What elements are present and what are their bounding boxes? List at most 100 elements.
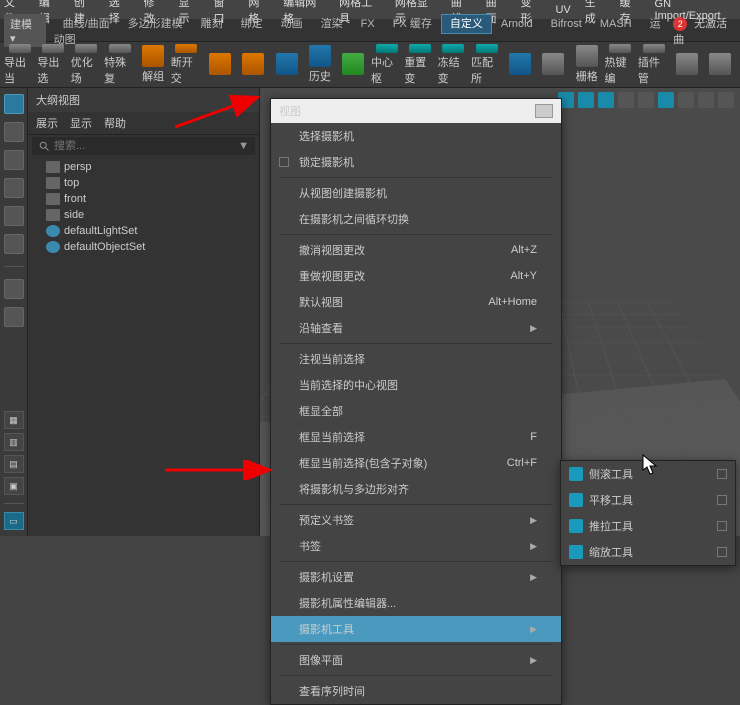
viewport-icon[interactable] (578, 92, 594, 108)
viewport-icon[interactable] (698, 92, 714, 108)
menu-item[interactable]: 注视当前选择 (271, 346, 561, 372)
notification-badge[interactable]: 2 (673, 17, 687, 31)
outliner-toggle-icon[interactable]: ▭ (4, 512, 24, 530)
layout-single-icon[interactable]: ▦ (4, 411, 24, 429)
menu-option-box-icon[interactable] (535, 104, 553, 118)
shelf-tab[interactable]: MASH (591, 14, 641, 34)
lasso-tool-icon[interactable] (4, 122, 24, 142)
menu-item[interactable]: 摄影机属性编辑器... (271, 590, 561, 616)
menu-item[interactable]: 查看序列时间 (271, 678, 561, 704)
shelf-tabs[interactable]: 建模 ▾ 曲线/曲面多边形建模雕刻绑定动画渲染FXFX 缓存自定义ArnoldB… (0, 20, 740, 42)
viewport-icon[interactable] (618, 92, 634, 108)
shelf-button[interactable]: 历史 (304, 44, 335, 86)
viewport-icon[interactable] (658, 92, 674, 108)
outliner-search[interactable]: ▼ (32, 137, 255, 155)
snap-tool-icon[interactable] (4, 307, 24, 327)
submenu-item[interactable]: 缩放工具 (561, 539, 735, 565)
outliner-menu-item[interactable]: 显示 (70, 115, 92, 131)
menu-item[interactable]: 摄影机工具▶ (271, 616, 561, 642)
outliner-menu-item[interactable]: 展示 (36, 115, 58, 131)
outliner-item[interactable]: defaultObjectSet (32, 239, 255, 255)
shelf-tab[interactable]: FX (352, 14, 384, 34)
shelf-tab[interactable]: 雕刻 (192, 14, 232, 34)
shelf-button[interactable]: 断开交 (171, 44, 202, 86)
shelf-button[interactable] (238, 44, 269, 86)
shelf-button[interactable]: 热键编 (604, 44, 635, 86)
submenu-item[interactable]: 侧滚工具 (561, 461, 735, 487)
search-dropdown-icon[interactable]: ▼ (238, 140, 249, 152)
shelf-button[interactable]: 栅格 (571, 44, 602, 86)
outliner-item[interactable]: persp (32, 159, 255, 175)
outliner-panel[interactable]: 大纲视图 展示显示帮助 ▼ persptopfrontsidedefaultLi… (28, 88, 260, 536)
shelf-tab[interactable]: 多边形建模 (119, 14, 192, 34)
shelf-tab[interactable]: 渲染 (312, 14, 352, 34)
menu-item[interactable]: 当前选择的中心视图 (271, 372, 561, 398)
mode-dropdown[interactable]: 建模 ▾ (4, 14, 46, 47)
outliner-item[interactable]: front (32, 191, 255, 207)
menu-item[interactable]: 将摄影机与多边形对齐 (271, 476, 561, 502)
menu-item[interactable]: 书签▶ (271, 533, 561, 559)
layout-persp-icon[interactable]: ▣ (4, 477, 24, 495)
shelf-tab[interactable]: 绑定 (232, 14, 272, 34)
shelf-button[interactable] (538, 44, 569, 86)
outliner-tree[interactable]: persptopfrontsidedefaultLightSetdefaultO… (28, 157, 259, 536)
shelf-button[interactable] (504, 44, 535, 86)
shelf-tab[interactable]: 动画 (272, 14, 312, 34)
shelf-button[interactable] (204, 44, 235, 86)
layout-two-icon[interactable]: ▥ (4, 433, 24, 451)
view-context-menu[interactable]: 视图 选择摄影机锁定摄影机从视图创建摄影机在摄影机之间循环切换撤消视图更改Alt… (270, 98, 562, 705)
menu-item[interactable]: 从视图创建摄影机 (271, 180, 561, 206)
shelf-button[interactable]: 导出当 (4, 44, 35, 86)
last-tool-icon[interactable] (4, 279, 24, 299)
select-tool-icon[interactable] (4, 94, 24, 114)
viewport-icon[interactable] (638, 92, 654, 108)
outliner-menu[interactable]: 展示显示帮助 (28, 112, 259, 135)
shelf-button[interactable]: 特殊复 (104, 44, 135, 86)
outliner-item[interactable]: side (32, 207, 255, 223)
shelf-button[interactable] (338, 44, 369, 86)
option-box-icon[interactable] (717, 495, 727, 505)
option-box-icon[interactable] (717, 521, 727, 531)
shelf-button[interactable]: 导出选 (37, 44, 68, 86)
shelf-button[interactable]: 重置变 (404, 44, 435, 86)
outliner-menu-item[interactable]: 帮助 (104, 115, 126, 131)
outliner-item[interactable]: top (32, 175, 255, 191)
rotate-tool-icon[interactable] (4, 206, 24, 226)
shelf-button[interactable]: 解组 (137, 44, 168, 86)
viewport-icon[interactable] (718, 92, 734, 108)
menu-item[interactable]: 图像平面▶ (271, 647, 561, 673)
shelf-tab[interactable]: Arnold (492, 14, 542, 34)
search-input[interactable] (54, 140, 234, 152)
menu-item[interactable]: 摄影机设置▶ (271, 564, 561, 590)
outliner-item[interactable]: defaultLightSet (32, 223, 255, 239)
menu-item[interactable]: 选择摄影机 (271, 123, 561, 149)
submenu-item[interactable]: 推拉工具 (561, 513, 735, 539)
menu-item[interactable]: 框显全部 (271, 398, 561, 424)
camera-tools-submenu[interactable]: 侧滚工具平移工具推拉工具缩放工具 (560, 460, 736, 566)
shelf-button[interactable] (671, 44, 702, 86)
shelf-button[interactable] (705, 44, 736, 86)
menu-item[interactable]: 默认视图Alt+Home (271, 289, 561, 315)
move-tool-icon[interactable] (4, 178, 24, 198)
viewport-icon[interactable] (678, 92, 694, 108)
scale-tool-icon[interactable] (4, 234, 24, 254)
option-box-icon[interactable] (717, 547, 727, 557)
shelf-button[interactable]: 冻结变 (438, 44, 469, 86)
tool-dock[interactable]: ▦ ▥ ▤ ▣ ▭ (0, 88, 28, 536)
menu-item[interactable]: 框显当前选择(包含子对象)Ctrl+F (271, 450, 561, 476)
shelf-tab[interactable]: FX 缓存 (384, 14, 441, 34)
shelf-button[interactable] (271, 44, 302, 86)
layout-four-icon[interactable]: ▤ (4, 455, 24, 473)
shelf-button[interactable]: 插件管 (638, 44, 669, 86)
menu-item[interactable]: 框显当前选择F (271, 424, 561, 450)
shelf-tab[interactable]: Bifrost (542, 14, 591, 34)
menu-item[interactable]: 撤消视图更改Alt+Z (271, 237, 561, 263)
paint-tool-icon[interactable] (4, 150, 24, 170)
menu-item[interactable]: 沿轴查看▶ (271, 315, 561, 341)
shelf-button[interactable]: 中心枢 (371, 44, 402, 86)
menu-item[interactable]: 锁定摄影机 (271, 149, 561, 175)
viewport-icon[interactable] (598, 92, 614, 108)
viewport-icons[interactable] (558, 92, 734, 108)
menu-item[interactable]: 预定义书签▶ (271, 507, 561, 533)
shelf-button[interactable]: 匹配所 (471, 44, 502, 86)
